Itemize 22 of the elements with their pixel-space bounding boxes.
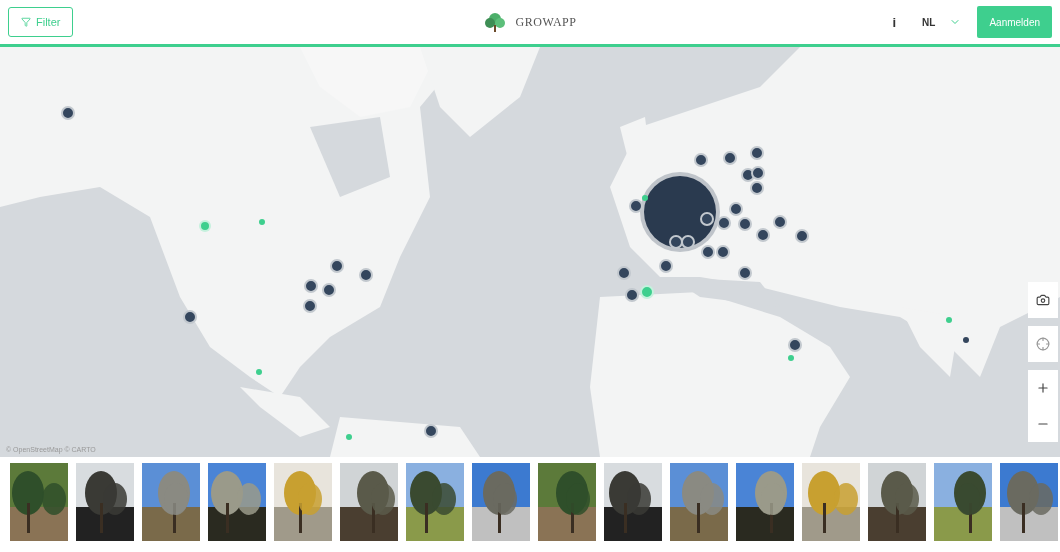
brand-name: GROWAPP xyxy=(515,14,577,30)
cluster-marker[interactable] xyxy=(963,337,969,343)
cluster-marker[interactable] xyxy=(750,181,764,195)
crosshair-icon xyxy=(1036,337,1050,351)
cluster-marker[interactable] xyxy=(642,195,648,201)
info-button[interactable]: i xyxy=(882,10,907,34)
plus-icon xyxy=(1036,381,1050,395)
cluster-marker[interactable] xyxy=(717,216,731,230)
cluster-marker[interactable] xyxy=(629,199,643,213)
cluster-marker[interactable] xyxy=(669,235,683,249)
cluster-marker[interactable] xyxy=(751,166,765,180)
camera-icon xyxy=(1036,293,1050,307)
cluster-marker[interactable] xyxy=(681,235,695,249)
cluster-marker[interactable] xyxy=(946,317,952,323)
cluster-marker[interactable] xyxy=(256,369,262,375)
cluster-marker[interactable] xyxy=(346,434,352,440)
filter-icon xyxy=(21,17,31,27)
language-select[interactable]: NL xyxy=(916,12,968,32)
cluster-marker[interactable] xyxy=(788,355,794,361)
cluster-marker[interactable] xyxy=(259,219,265,225)
tree-logo-icon xyxy=(483,11,506,33)
cluster-marker[interactable] xyxy=(701,245,715,259)
